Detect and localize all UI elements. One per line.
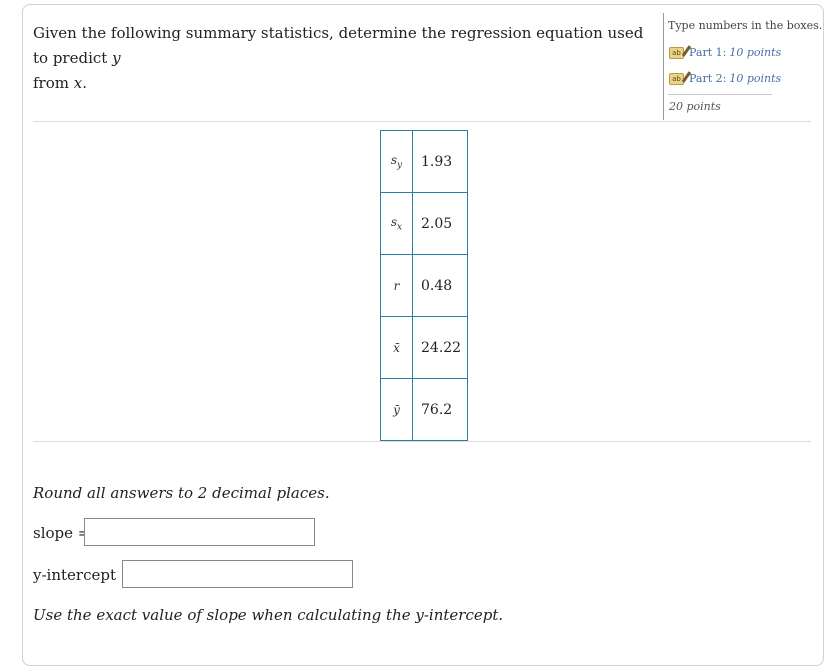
points-sidebar: Type numbers in the boxes. ab Part 1: 10… [663,13,822,120]
symbol-s-y: sy [380,130,413,193]
slope-label: slope = [33,524,91,542]
table-row: ȳ 76.2 [380,378,468,441]
var-y: y [112,49,121,67]
value-r: 0.48 [412,254,468,317]
sidebar-part-1[interactable]: ab Part 1: 10 points [669,46,781,59]
question-text: Given the following summary statistics, … [33,21,653,96]
question-text-part1: Given the following summary statistics, … [33,24,644,67]
table-row: r 0.48 [380,254,468,317]
sidebar-divider [668,94,772,95]
sidebar-instruction: Type numbers in the boxes. [668,19,823,32]
value-s-y: 1.93 [412,130,468,193]
part-1-label: Part 1: [689,46,727,59]
question-text-end: . [82,74,87,92]
text-entry-icon: ab [669,72,684,85]
slope-input[interactable] [84,518,315,546]
slope-note: Use the exact value of slope when calcul… [33,606,504,624]
rounding-instruction: Round all answers to 2 decimal places. [33,484,330,502]
value-s-x: 2.05 [412,192,468,255]
total-points: 20 points [669,100,721,113]
summary-statistics-table: sy 1.93 sx 2.05 r 0.48 x̄ 24.22 ȳ 76.2 [380,130,468,441]
value-x-bar: 24.22 [412,316,468,379]
part-2-label: Part 2: [689,72,727,85]
text-entry-icon: ab [669,46,684,59]
symbol-x-bar: x̄ [380,316,413,379]
question-text-part2: from [33,74,74,92]
table-row: x̄ 24.22 [380,316,468,379]
symbol-r: r [380,254,413,317]
part-1-points: 10 points [729,46,782,59]
part-2-points: 10 points [729,72,782,85]
divider-top [33,121,811,122]
table-row: sx 2.05 [380,192,468,255]
intercept-label: y-intercept = [33,566,134,584]
symbol-s-x: sx [380,192,413,255]
sidebar-part-2[interactable]: ab Part 2: 10 points [669,72,781,85]
var-x: x [73,74,83,92]
divider-bottom [33,441,811,442]
intercept-input[interactable] [122,560,353,588]
symbol-y-bar: ȳ [380,378,413,441]
value-y-bar: 76.2 [412,378,468,441]
table-row: sy 1.93 [380,130,468,193]
